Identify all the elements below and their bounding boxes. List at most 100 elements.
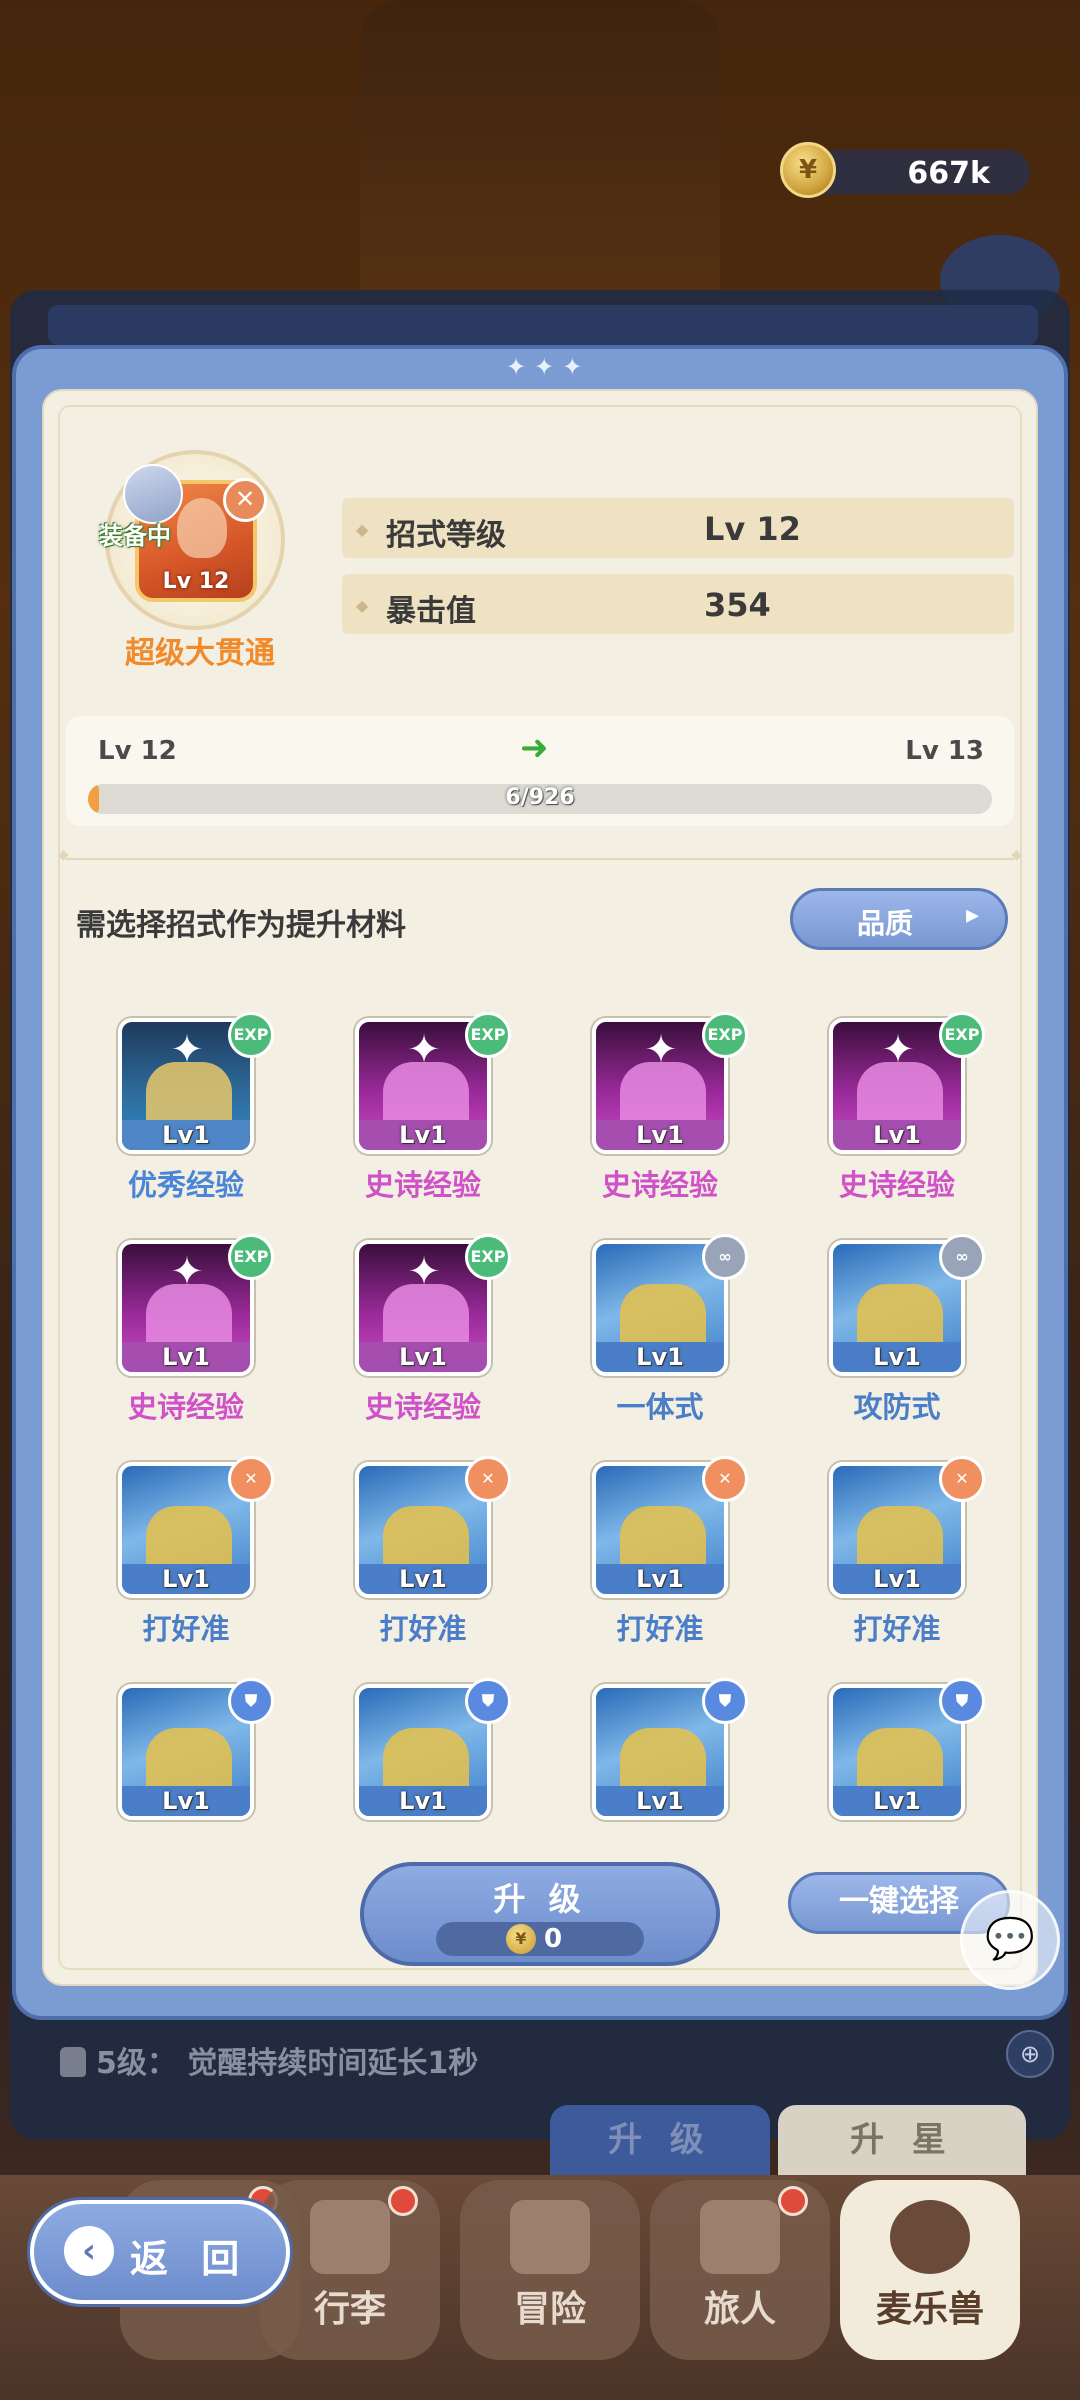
nav-item-luggage[interactable]: 行李 [260, 2180, 440, 2360]
exp-progress-text: 6/926 [505, 785, 575, 810]
material-skill-tile[interactable]: Lv1 ✕ 打好准 [570, 1456, 750, 1656]
nav-item-traveler[interactable]: 旅人 [650, 2180, 830, 2360]
back-label: 返 回 [130, 2237, 250, 2281]
awaken-level-hint: 5级： 觉醒持续时间延长1秒 [60, 2038, 478, 2082]
level-progress: Lv 12 ➜ Lv 13 6/926 [66, 716, 1014, 826]
tile-level: Lv1 [833, 1786, 961, 1816]
tile-name: 一体式 [616, 1390, 704, 1424]
upgrade-cost-value: 0 [544, 1924, 563, 1954]
stat-label: 招式等级 [386, 518, 506, 553]
skill-badge[interactable]: Lv 12 装备中 ✕ [95, 440, 295, 640]
sword-icon: ✕ [465, 1456, 511, 1502]
character-avatar [123, 464, 183, 524]
material-skill-tile[interactable]: Lv1 ⛊ [807, 1678, 987, 1878]
stat-value: 354 [704, 586, 771, 624]
crossed-swords-icon [510, 2200, 590, 2274]
material-skill-tile[interactable]: ✦ Lv1 EXP 史诗经验 [333, 1012, 513, 1212]
chat-icon[interactable]: 💬 [960, 1890, 1060, 1990]
notification-dot [388, 2186, 418, 2216]
exp-icon: EXP [465, 1012, 511, 1058]
shield-icon: ⛊ [939, 1678, 985, 1724]
material-skill-tile[interactable]: Lv1 ⛊ [570, 1678, 750, 1878]
material-skill-tile[interactable]: ✦ Lv1 EXP 史诗经验 [333, 1234, 513, 1434]
back-arrow-icon: ‹ [64, 2226, 114, 2276]
stat-row-level: ◆ 招式等级 Lv 12 [342, 498, 1014, 558]
pet-icon [890, 2200, 970, 2274]
material-skill-tile[interactable]: ✦ Lv1 EXP 史诗经验 [807, 1012, 987, 1212]
material-skill-tile[interactable]: Lv1 ∞ 攻防式 [807, 1234, 987, 1434]
notification-dot [778, 2186, 808, 2216]
quality-filter-label: 品质 [857, 907, 914, 940]
exp-progress-bar: 6/926 [88, 784, 992, 814]
tile-level: Lv1 [833, 1564, 961, 1594]
sword-icon: ✕ [228, 1456, 274, 1502]
link-icon: ∞ [939, 1234, 985, 1280]
upgrade-cost: ¥ 0 [436, 1922, 644, 1956]
zoom-icon[interactable]: ⊕ [1006, 2030, 1054, 2078]
material-skill-tile[interactable]: Lv1 ✕ 打好准 [333, 1456, 513, 1656]
exp-icon: EXP [702, 1012, 748, 1058]
skill-art [177, 498, 227, 558]
material-skill-tile[interactable]: ✦ Lv1 EXP 史诗经验 [96, 1234, 276, 1434]
tile-name: 史诗经验 [601, 1168, 718, 1202]
tile-level: Lv1 [596, 1120, 724, 1150]
nav-item-adventure[interactable]: 冒险 [460, 2180, 640, 2360]
tile-name: 打好准 [142, 1612, 230, 1646]
material-skill-tile[interactable]: Lv1 ✕ 打好准 [807, 1456, 987, 1656]
exp-icon: EXP [228, 1012, 274, 1058]
shield-icon: ⛊ [228, 1678, 274, 1724]
coin-icon: ¥ [506, 1924, 536, 1954]
tile-name: 史诗经验 [838, 1168, 955, 1202]
material-hint: 需选择招式作为提升材料 [76, 908, 406, 943]
material-skill-tile[interactable]: ✦ Lv1 EXP 优秀经验 [96, 1012, 276, 1212]
unequip-icon[interactable]: ✕ [223, 478, 267, 522]
coin-value: 667k [907, 156, 990, 191]
exp-icon: EXP [465, 1234, 511, 1280]
tile-name: 打好准 [853, 1612, 941, 1646]
sword-icon: ✕ [939, 1456, 985, 1502]
lock-icon [60, 2047, 86, 2077]
tab-upgrade[interactable]: 升 级 [550, 2105, 770, 2175]
material-skill-tile[interactable]: Lv1 ∞ 一体式 [570, 1234, 750, 1434]
tile-level: Lv1 [596, 1564, 724, 1594]
skill-name: 超级大贯通 [125, 636, 275, 671]
exp-icon: EXP [228, 1234, 274, 1280]
nav-label: 麦乐兽 [875, 2289, 984, 2330]
background-rock [360, 0, 720, 300]
tile-level: Lv1 [359, 1564, 487, 1594]
stat-value: Lv 12 [704, 510, 801, 548]
diamond-icon: ◆ [356, 596, 369, 615]
exp-icon: EXP [939, 1012, 985, 1058]
tile-level: Lv1 [122, 1564, 250, 1594]
material-skill-tile[interactable]: Lv1 ⛊ [96, 1678, 276, 1878]
tile-level: Lv1 [122, 1342, 250, 1372]
upgrade-button[interactable]: 升 级 ¥ 0 [360, 1862, 720, 1966]
sword-icon: ✕ [702, 1456, 748, 1502]
tile-name: 史诗经验 [364, 1168, 481, 1202]
tile-name: 优秀经验 [127, 1168, 244, 1202]
link-icon: ∞ [702, 1234, 748, 1280]
tile-level: Lv1 [833, 1120, 961, 1150]
material-skill-tile[interactable]: Lv1 ✕ 打好准 [96, 1456, 276, 1656]
nav-item-pet[interactable]: 麦乐兽 [840, 2180, 1020, 2360]
arrow-right-icon: ➜ [520, 728, 549, 768]
tile-level: Lv1 [359, 1342, 487, 1372]
shield-icon: ⛊ [702, 1678, 748, 1724]
tile-level: Lv1 [359, 1120, 487, 1150]
tab-star-up[interactable]: 升 星 [778, 2105, 1026, 2175]
tile-level: Lv1 [596, 1786, 724, 1816]
quality-filter-button[interactable]: 品质 ▸ [790, 888, 1008, 950]
shield-icon: ⛊ [465, 1678, 511, 1724]
upgrade-label: 升 级 [493, 1880, 587, 1918]
back-frame-header [48, 305, 1038, 345]
nav-label: 行李 [313, 2289, 386, 2330]
caret-icon: ▸ [965, 900, 979, 930]
coin-counter[interactable]: ¥ 667k [780, 142, 1030, 198]
material-skill-tile[interactable]: Lv1 ⛊ [333, 1678, 513, 1878]
material-skill-tile[interactable]: ✦ Lv1 EXP 史诗经验 [570, 1012, 750, 1212]
back-button[interactable]: ‹ 返 回 [30, 2200, 290, 2304]
stat-row-crit: ◆ 暴击值 354 [342, 574, 1014, 634]
tile-level: Lv1 [122, 1120, 250, 1150]
tile-name: 史诗经验 [127, 1390, 244, 1424]
tile-name: 史诗经验 [364, 1390, 481, 1424]
